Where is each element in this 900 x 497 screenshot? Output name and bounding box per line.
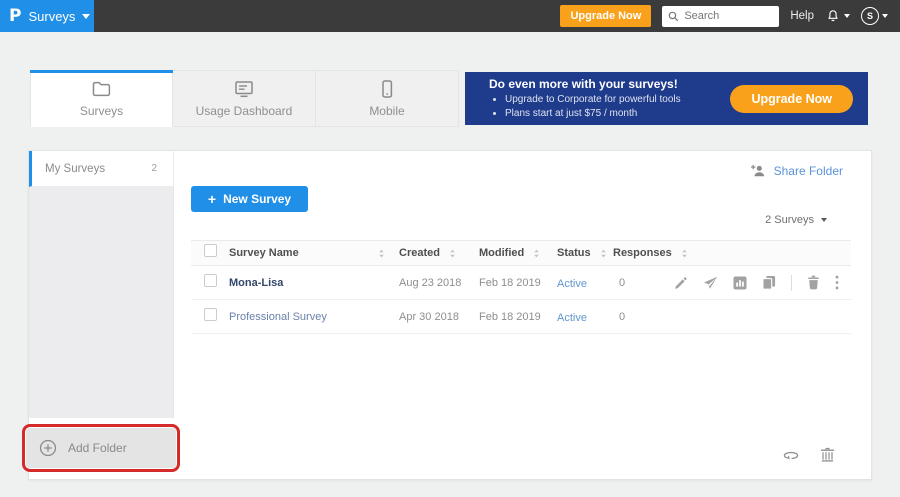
divider xyxy=(791,275,792,291)
chevron-down-icon xyxy=(821,218,827,222)
annotation-highlight: Add Folder xyxy=(22,424,180,472)
edit-pencil-icon[interactable] xyxy=(674,276,688,290)
avatar: S xyxy=(861,7,879,25)
app-screen: P Surveys Upgrade Now Help xyxy=(0,0,900,497)
restore-icon[interactable] xyxy=(783,450,799,461)
search-icon xyxy=(668,11,679,22)
tab-mobile[interactable]: Mobile xyxy=(316,70,459,127)
new-survey-label: New Survey xyxy=(223,192,291,206)
select-all-checkbox[interactable] xyxy=(204,244,217,257)
table-header-row: Survey Name Created Modified xyxy=(191,240,851,266)
upgrade-now-button[interactable]: Upgrade Now xyxy=(560,5,651,27)
share-folder-label: Share Folder xyxy=(774,164,843,178)
add-folder-label: Add Folder xyxy=(68,441,127,455)
product-menu-label: Surveys xyxy=(28,9,75,24)
table-row: Professional Survey Apr 30 2018 Feb 18 2… xyxy=(191,300,851,334)
panel-content: Share Folder + New Survey 2 Surveys Surv… xyxy=(174,151,873,479)
panel-footer-icons xyxy=(783,447,835,463)
surveys-panel: My Surveys 2 Add Folder xyxy=(28,150,872,480)
column-header-responses: Responses xyxy=(613,247,672,259)
send-icon[interactable] xyxy=(703,276,718,290)
share-folder-link[interactable]: Share Folder xyxy=(750,164,843,178)
banner-text: Do even more with your surveys! Upgrade … xyxy=(489,77,681,121)
notifications-menu[interactable] xyxy=(825,8,850,24)
banner-bullet: Plans start at just $75 / month xyxy=(505,107,681,121)
modified-date: Feb 18 2019 xyxy=(473,277,553,289)
folder-icon xyxy=(92,80,111,98)
plus-icon: + xyxy=(208,191,216,207)
column-header-modified: Modified xyxy=(479,247,524,259)
more-options-icon[interactable] xyxy=(835,275,839,290)
tab-label: Mobile xyxy=(369,104,404,118)
sort-icon[interactable] xyxy=(681,249,688,258)
bell-icon xyxy=(825,8,841,24)
status-badge[interactable]: Active xyxy=(557,278,587,290)
dashboard-icon xyxy=(234,80,254,98)
sort-icon[interactable] xyxy=(533,249,540,258)
topbar-right: Upgrade Now Help S xyxy=(560,5,900,27)
trash-bin-icon[interactable] xyxy=(820,447,835,463)
view-tabs: Surveys Usage Dashboard Mobile xyxy=(30,70,459,127)
row-checkbox[interactable] xyxy=(204,274,217,287)
search-box xyxy=(662,6,779,27)
created-date: Aug 23 2018 xyxy=(393,277,473,289)
column-header-created: Created xyxy=(399,247,440,259)
new-survey-button[interactable]: + New Survey xyxy=(191,186,308,212)
tab-usage-dashboard[interactable]: Usage Dashboard xyxy=(173,70,316,127)
column-header-survey-name: Survey Name xyxy=(229,247,299,259)
folder-name: My Surveys xyxy=(45,163,105,175)
share-person-icon xyxy=(750,164,766,178)
survey-name-link[interactable]: Mona-Lisa xyxy=(229,277,283,289)
responses-count: 0 xyxy=(603,277,666,289)
row-checkbox[interactable] xyxy=(204,308,217,321)
proprofs-logo: P xyxy=(9,8,21,25)
created-date: Apr 30 2018 xyxy=(393,311,473,323)
circle-plus-icon xyxy=(39,439,57,457)
column-header-status: Status xyxy=(557,247,591,259)
surveys-table: Survey Name Created Modified xyxy=(191,240,851,334)
folder-list-area xyxy=(29,187,174,418)
account-menu[interactable]: S xyxy=(861,7,888,25)
banner-bullet-list: Upgrade to Corporate for powerful tools … xyxy=(505,93,681,121)
duplicate-icon[interactable] xyxy=(762,275,776,290)
sort-icon[interactable] xyxy=(378,249,385,258)
tab-label: Usage Dashboard xyxy=(196,104,293,118)
upgrade-banner: Do even more with your surveys! Upgrade … xyxy=(465,72,868,125)
sort-icon[interactable] xyxy=(449,249,456,258)
survey-name-link[interactable]: Professional Survey xyxy=(229,311,327,323)
search-input[interactable] xyxy=(684,10,773,22)
row-actions xyxy=(666,275,851,291)
mobile-icon xyxy=(378,80,396,98)
chevron-down-icon xyxy=(844,14,850,18)
topbar: P Surveys Upgrade Now Help xyxy=(0,0,900,32)
chevron-down-icon xyxy=(882,14,888,18)
responses-count: 0 xyxy=(603,311,666,323)
folder-count-badge: 2 xyxy=(151,163,157,174)
tab-label: Surveys xyxy=(80,104,123,118)
product-switcher[interactable]: P Surveys xyxy=(0,0,94,32)
add-folder-button[interactable]: Add Folder xyxy=(26,428,176,468)
help-link[interactable]: Help xyxy=(790,10,814,22)
sidebar-item-my-surveys[interactable]: My Surveys 2 xyxy=(29,151,174,187)
banner-upgrade-button[interactable]: Upgrade Now xyxy=(730,85,853,113)
tab-surveys[interactable]: Surveys xyxy=(30,70,173,127)
chevron-down-icon xyxy=(82,14,90,19)
modified-date: Feb 18 2019 xyxy=(473,311,553,323)
status-badge[interactable]: Active xyxy=(557,312,587,324)
delete-icon[interactable] xyxy=(807,275,820,290)
banner-title: Do even more with your surveys! xyxy=(489,77,681,91)
surveys-count-label: 2 Surveys xyxy=(765,214,814,226)
reports-icon[interactable] xyxy=(733,276,747,290)
banner-bullet: Upgrade to Corporate for powerful tools xyxy=(505,93,681,107)
table-row: Mona-Lisa Aug 23 2018 Feb 18 2019 Active… xyxy=(191,266,851,300)
surveys-count-dropdown[interactable]: 2 Surveys xyxy=(765,214,827,226)
